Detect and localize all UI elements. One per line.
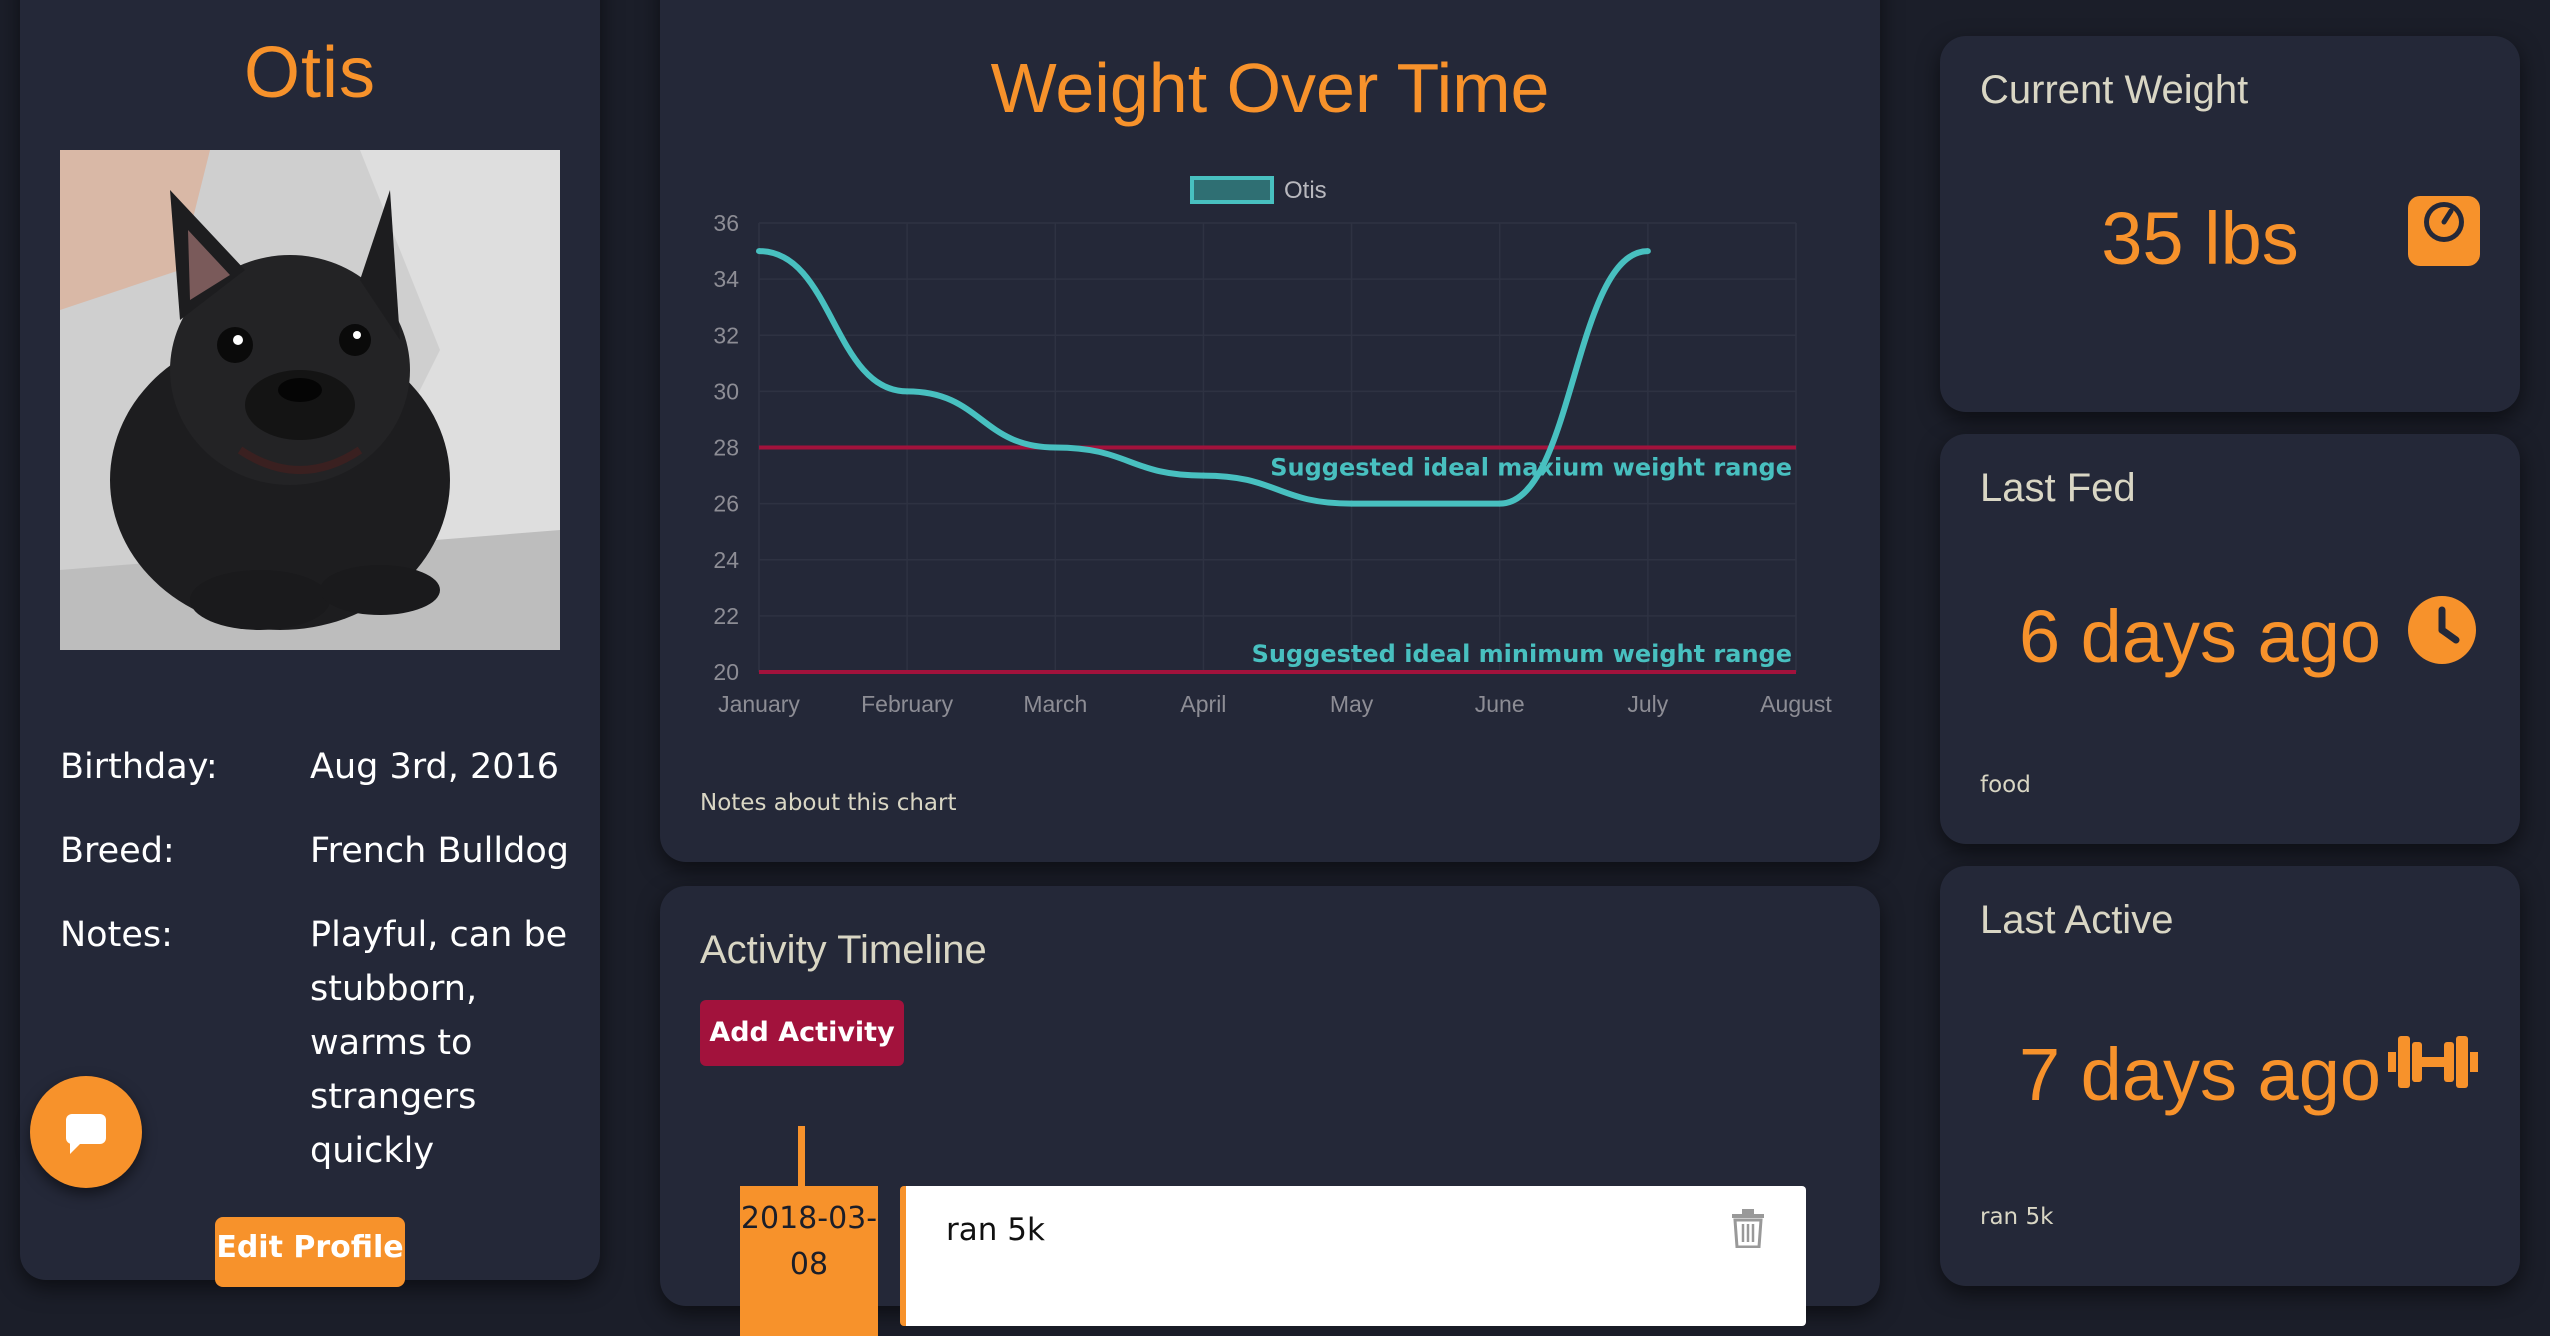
timeline-item: ran 5k — [900, 1186, 1806, 1326]
x-tick-label: April — [1180, 691, 1226, 717]
last-fed-title: Last Fed — [1980, 466, 2136, 510]
timeline-connector — [798, 1126, 805, 1186]
y-tick-label: 26 — [713, 491, 739, 517]
current-weight-card: Current Weight 35 lbs — [1940, 36, 2520, 412]
pet-name: Otis — [243, 33, 376, 113]
series-point — [756, 248, 762, 255]
series-point — [1496, 500, 1503, 507]
y-tick-label: 36 — [713, 210, 739, 236]
scale-icon — [2408, 196, 2480, 266]
last-active-title: Last Active — [1980, 898, 2174, 942]
birthday-label: Birthday: — [60, 747, 218, 787]
chat-bubble-icon — [66, 1114, 106, 1154]
chat-button[interactable] — [30, 1076, 142, 1188]
y-tick-label: 24 — [713, 547, 739, 573]
reference-line-label: Suggested ideal minimum weight range — [1252, 640, 1792, 668]
reference-line-label: Suggested ideal maxium weight range — [1270, 454, 1792, 482]
weight-chart: 20 22 24 26 28 30 32 34 36 January February March Ap… — [713, 176, 1832, 717]
series-point — [1200, 472, 1207, 479]
trash-icon[interactable] — [1730, 1208, 1766, 1248]
series-point — [1052, 444, 1059, 451]
last-fed-value: 6 days ago — [2018, 595, 2382, 678]
y-tick-label: 28 — [713, 435, 739, 461]
notes-label: Notes: — [60, 915, 173, 955]
series-point — [1348, 500, 1355, 507]
x-tick-label: August — [1760, 691, 1832, 717]
activity-title: Activity Timeline — [700, 928, 987, 972]
timeline-item-label: ran 5k — [946, 1212, 1045, 1248]
y-tick-label: 30 — [713, 378, 739, 404]
notes-value: Playful, can be stubborn, warms to stran… — [310, 915, 568, 1171]
timeline-date-badge: 2018-03-08 — [740, 1186, 878, 1336]
last-active-note: ran 5k — [1980, 1204, 2054, 1230]
y-tick-label: 34 — [713, 266, 739, 292]
legend-swatch — [1190, 176, 1274, 204]
breed-label: Breed: — [60, 831, 175, 871]
x-tick-label: February — [861, 691, 954, 717]
current-weight-value: 35 lbs — [2101, 197, 2299, 280]
breed-value: French Bulldog — [310, 831, 569, 871]
clock-icon — [2408, 596, 2476, 664]
activity-timeline-card: Activity Timeline Add Activity 2018-03-0… — [660, 886, 1880, 1336]
edit-profile-button[interactable]: Edit Profile — [215, 1217, 405, 1287]
x-tick-label: June — [1475, 691, 1525, 717]
legend-label: Otis — [1284, 177, 1327, 204]
x-tick-label: July — [1627, 691, 1668, 717]
y-tick-label: 20 — [713, 659, 739, 685]
weight-chart-card: Weight Over Time 20 22 24 26 28 30 32 34 36 Janua… — [660, 0, 1880, 862]
series-point — [1644, 248, 1651, 255]
x-tick-label: March — [1023, 691, 1087, 717]
y-tick-label: 22 — [713, 603, 739, 629]
last-fed-note: food — [1980, 772, 2031, 798]
dumbbell-icon — [2388, 1036, 2478, 1088]
add-activity-button[interactable]: Add Activity — [700, 1000, 904, 1066]
x-tick-label: May — [1330, 691, 1374, 717]
current-weight-title: Current Weight — [1980, 68, 2249, 112]
last-active-value: 7 days ago — [2018, 1033, 2382, 1116]
chart-notes: Notes about this chart — [700, 790, 957, 816]
last-fed-card: Last Fed 6 days ago food — [1940, 434, 2520, 844]
pet-photo — [60, 150, 560, 650]
x-tick-label: January — [718, 691, 800, 717]
last-active-card: Last Active 7 days ago ran 5k — [1940, 866, 2520, 1286]
birthday-value: Aug 3rd, 2016 — [310, 747, 560, 787]
y-tick-label: 32 — [713, 322, 739, 348]
series-point — [904, 388, 911, 395]
